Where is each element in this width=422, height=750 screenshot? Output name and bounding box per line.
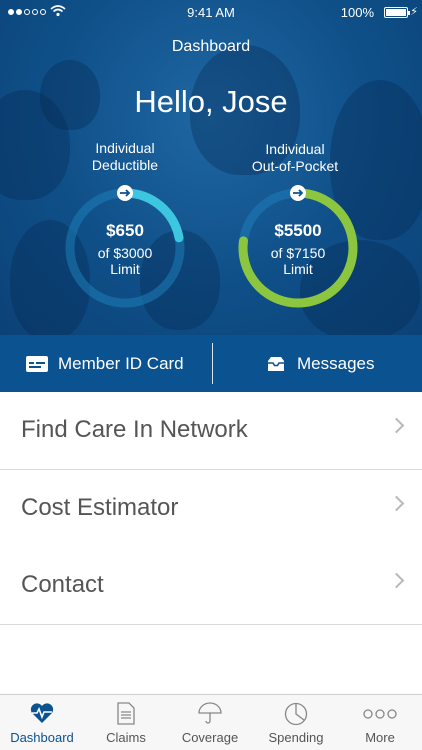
tab-coverage[interactable]: Coverage: [168, 695, 252, 750]
chevron-right-icon: [388, 417, 405, 434]
tab-bar: Dashboard Claims Coverage Spending More: [0, 694, 422, 750]
deductible-label: Individual Deductible: [91, 140, 159, 173]
tab-dashboard[interactable]: Dashboard: [0, 695, 84, 750]
pie-chart-icon: [284, 702, 308, 726]
member-id-card-label: Member ID Card: [58, 353, 184, 373]
messages-button[interactable]: Messages: [266, 335, 374, 392]
oop-values: $5500 of $7150 Limit: [235, 221, 361, 277]
deductible-of-limit: of $3000: [97, 245, 153, 261]
menu-item-label: Find Care In Network: [21, 416, 248, 443]
greeting: Hello, Jose: [134, 84, 288, 119]
heart-pulse-icon: [30, 703, 54, 723]
menu-item-contact[interactable]: Contact: [0, 547, 422, 625]
menu-item-cost-estimator[interactable]: Cost Estimator: [0, 470, 422, 548]
inbox-icon: [268, 356, 284, 371]
battery-percent: 100%: [340, 5, 374, 20]
oop-label: Individual Out-of-Pocket: [251, 141, 339, 174]
chevron-right-icon: [388, 572, 405, 589]
id-card-icon: [26, 355, 48, 372]
tab-label: Claims: [106, 730, 146, 745]
menu-item-find-care[interactable]: Find Care In Network: [0, 392, 422, 470]
document-icon: [117, 702, 135, 725]
tab-label: Spending: [268, 730, 324, 745]
quick-actions-bar: Member ID Card Messages: [0, 335, 422, 392]
messages-label: Messages: [297, 353, 375, 373]
tab-claims[interactable]: Claims: [84, 695, 168, 750]
oop-of-limit: of $7150: [270, 245, 326, 261]
chevron-right-icon: [388, 495, 405, 512]
tab-label: Coverage: [181, 730, 239, 745]
tab-label: More: [365, 730, 395, 745]
tab-more[interactable]: More: [338, 695, 422, 750]
member-id-card-button[interactable]: Member ID Card: [26, 335, 184, 392]
battery-icon: [384, 7, 410, 18]
dashboard-hero: 9:41 AM 100% ⚡ Dashboard Hello, Jose Ind…: [0, 0, 422, 335]
status-bar: 9:41 AM 100% ⚡: [0, 0, 422, 26]
menu-item-label: Contact: [21, 571, 104, 598]
more-dots-icon: [363, 709, 397, 719]
deductible-limit-word: Limit: [110, 261, 140, 277]
actions-divider: [212, 343, 213, 384]
charging-icon: ⚡: [410, 6, 418, 18]
page-title: Dashboard: [171, 38, 251, 55]
menu-item-label: Cost Estimator: [21, 494, 179, 521]
oop-limit-word: Limit: [283, 261, 313, 277]
tab-label: Dashboard: [10, 730, 74, 745]
deductible-values: $650 of $3000 Limit: [62, 221, 188, 277]
umbrella-icon: [198, 702, 222, 724]
oop-amount: $5500: [274, 221, 322, 240]
deductible-amount: $650: [106, 221, 144, 240]
tab-spending[interactable]: Spending: [254, 695, 338, 750]
